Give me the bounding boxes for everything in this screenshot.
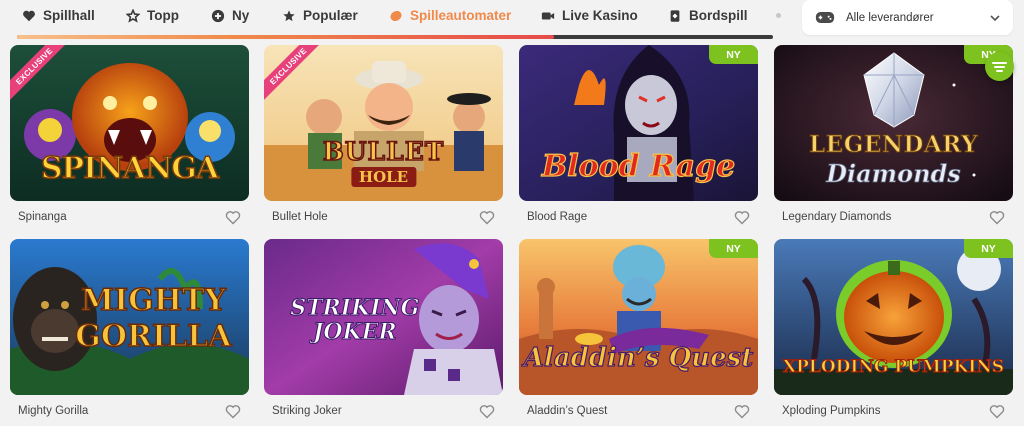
game-art-title: Aladdin’s Quest bbox=[523, 342, 754, 373]
game-thumbnail[interactable]: LEGENDARY Diamonds NY bbox=[774, 45, 1013, 201]
nav-item-label: Spilleautomater bbox=[410, 8, 512, 23]
new-badge: NY bbox=[709, 239, 758, 258]
game-card-aladdins-quest[interactable]: Aladdin’s Quest NY Aladdin’s Quest bbox=[519, 239, 758, 418]
game-meta: Striking Joker bbox=[264, 397, 503, 425]
nav-scroll-progress bbox=[17, 35, 554, 39]
nav-scroll-track[interactable] bbox=[17, 35, 773, 39]
game-meta: Blood Rage bbox=[519, 203, 758, 231]
favorite-heart-icon[interactable] bbox=[734, 404, 750, 419]
slot-icon bbox=[389, 9, 403, 23]
game-card-mighty-gorilla[interactable]: MIGHTY GORILLA Mighty Gorilla bbox=[10, 239, 249, 418]
nav-item-label: Populær bbox=[303, 8, 358, 23]
game-thumbnail[interactable]: BULLET HOLE EXCLUSIVE bbox=[264, 45, 503, 201]
game-thumbnail[interactable]: STRIKING JOKER bbox=[264, 239, 503, 395]
more-indicator bbox=[776, 13, 781, 18]
game-art-title: MIGHTY bbox=[80, 282, 226, 319]
favorite-heart-icon[interactable] bbox=[479, 210, 495, 225]
game-card-xploding-pumpkins[interactable]: XPLODING PUMPKINS NY Xploding Pumpkins bbox=[774, 239, 1013, 418]
game-art-title: SPINANGA bbox=[40, 150, 220, 187]
favorite-heart-icon[interactable] bbox=[479, 404, 495, 419]
game-art-title: BULLET bbox=[322, 136, 445, 167]
game-card-striking-joker[interactable]: STRIKING JOKER Striking Joker bbox=[264, 239, 503, 418]
game-art-title: Blood Rage bbox=[541, 148, 736, 184]
game-meta: Mighty Gorilla bbox=[10, 397, 249, 425]
game-card-bullet-hole[interactable]: BULLET HOLE EXCLUSIVE Bullet Hole bbox=[264, 45, 503, 224]
heart-icon bbox=[22, 9, 36, 23]
nav-item-label: Bordspill bbox=[689, 8, 748, 23]
game-meta: Aladdin’s Quest bbox=[519, 397, 758, 425]
nav-item-populaer[interactable]: Populær bbox=[282, 8, 358, 23]
game-thumbnail[interactable]: Blood Rage NY bbox=[519, 45, 758, 201]
game-art-title: STRIKING bbox=[290, 295, 420, 322]
nav-item-ny[interactable]: Ny bbox=[211, 8, 249, 23]
provider-select-label: Alle leverandører bbox=[846, 11, 934, 24]
game-thumbnail[interactable]: XPLODING PUMPKINS NY bbox=[774, 239, 1013, 395]
favorite-heart-icon[interactable] bbox=[989, 210, 1005, 225]
game-name: Xploding Pumpkins bbox=[782, 405, 881, 417]
nav-item-label: Ny bbox=[232, 8, 250, 23]
star-outline-icon bbox=[126, 8, 140, 23]
game-meta: Xploding Pumpkins bbox=[774, 397, 1013, 425]
nav-item-label: Spillhall bbox=[43, 8, 95, 23]
nav-item-label: Live Kasino bbox=[562, 8, 638, 23]
favorite-heart-icon[interactable] bbox=[734, 210, 750, 225]
favorite-heart-icon[interactable] bbox=[225, 404, 241, 419]
provider-select[interactable]: Alle leverandører bbox=[802, 0, 1013, 35]
game-art-subtitle: JOKER bbox=[312, 319, 397, 346]
game-thumbnail[interactable]: MIGHTY GORILLA bbox=[10, 239, 249, 395]
game-art-subtitle: GORILLA bbox=[75, 318, 233, 355]
game-name: Mighty Gorilla bbox=[18, 405, 89, 417]
game-art-title: LEGENDARY bbox=[808, 131, 979, 159]
favorite-heart-icon[interactable] bbox=[989, 404, 1005, 419]
game-name: Blood Rage bbox=[527, 211, 588, 223]
video-camera-icon bbox=[541, 9, 555, 23]
game-meta: Spinanga bbox=[10, 203, 249, 231]
game-thumbnail[interactable]: Aladdin’s Quest NY bbox=[519, 239, 758, 395]
card-icon bbox=[668, 9, 682, 23]
nav-item-label: Topp bbox=[147, 8, 179, 23]
nav-item-topp[interactable]: Topp bbox=[126, 8, 179, 23]
new-badge: NY bbox=[709, 45, 758, 64]
game-card-blood-rage[interactable]: Blood Rage NY Blood Rage bbox=[519, 45, 758, 224]
game-name: Spinanga bbox=[18, 211, 67, 223]
nav-item-spillhall[interactable]: Spillhall bbox=[22, 8, 95, 23]
star-icon bbox=[282, 9, 296, 23]
game-meta: Bullet Hole bbox=[264, 203, 503, 231]
nav-item-bordspill[interactable]: Bordspill bbox=[668, 8, 748, 23]
game-name: Striking Joker bbox=[272, 405, 342, 417]
game-card-legendary-diamonds[interactable]: LEGENDARY Diamonds NY Legendary Diamonds bbox=[774, 45, 1013, 224]
game-name: Legendary Diamonds bbox=[782, 211, 892, 223]
menu-lines-icon bbox=[992, 61, 1007, 72]
game-thumbnail[interactable]: SPINANGA EXCLUSIVE bbox=[10, 45, 249, 201]
game-name: Bullet Hole bbox=[272, 211, 328, 223]
game-meta: Legendary Diamonds bbox=[774, 203, 1013, 231]
game-art-subtitle: Diamonds bbox=[826, 159, 961, 189]
game-art-subtitle: HOLE bbox=[350, 167, 417, 187]
category-nav-bar: Spillhall Topp Ny Populær Spilleautomate… bbox=[0, 0, 1024, 40]
nav-item-spilleautomater[interactable]: Spilleautomater bbox=[389, 8, 511, 23]
new-badge: NY bbox=[964, 239, 1013, 258]
favorite-heart-icon[interactable] bbox=[225, 210, 241, 225]
game-name: Aladdin’s Quest bbox=[527, 405, 608, 417]
game-art-title: XPLODING PUMPKINS bbox=[782, 357, 1005, 378]
gamepad-icon bbox=[814, 9, 836, 27]
game-card-spinanga[interactable]: SPINANGA EXCLUSIVE Spinanga bbox=[10, 45, 249, 224]
chevron-down-icon bbox=[990, 14, 1000, 21]
plus-circle-icon bbox=[211, 9, 225, 23]
nav-item-live-kasino[interactable]: Live Kasino bbox=[541, 8, 638, 23]
filter-menu-button[interactable] bbox=[985, 52, 1014, 81]
